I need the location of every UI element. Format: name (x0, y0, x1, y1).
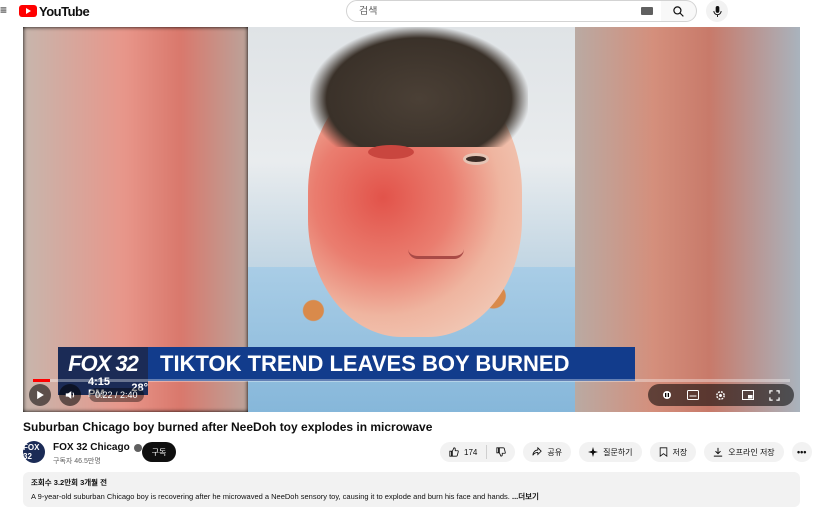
share-icon (532, 447, 543, 456)
search-box[interactable] (346, 0, 662, 22)
show-more-link[interactable]: ...더보기 (512, 492, 539, 501)
banner-headline: TIKTOK TREND LEAVES BOY BURNED (148, 347, 635, 381)
top-bar: ≡ YouTube (0, 0, 819, 24)
volume-button[interactable] (59, 384, 81, 406)
miniplayer-icon[interactable] (741, 390, 754, 400)
mic-icon (712, 5, 722, 17)
youtube-logo[interactable]: YouTube (19, 3, 90, 19)
more-actions-button[interactable]: ••• (791, 442, 812, 462)
sparkle-icon (588, 447, 599, 457)
play-icon (36, 390, 44, 400)
channel-name[interactable]: FOX 32 Chicago (53, 442, 130, 453)
channel-name-row[interactable]: FOX 32 Chicago (53, 442, 142, 453)
eye (463, 153, 489, 165)
fullscreen-icon[interactable] (769, 389, 780, 401)
video-title: Suburban Chicago boy burned after NeeDoh… (23, 420, 433, 434)
save-label: 저장 (672, 447, 688, 457)
like-button[interactable]: 174 (440, 442, 486, 462)
player-right-controls (648, 384, 794, 406)
subscriber-count: 구독자 46.5만명 (53, 458, 101, 465)
description-text-row: A 9-year-old suburban Chicago boy is rec… (31, 491, 792, 502)
save-button[interactable]: 저장 (649, 442, 697, 462)
pause-icon[interactable] (662, 390, 672, 400)
search-icon (673, 5, 684, 17)
bookmark-icon (659, 447, 667, 457)
voice-search-button[interactable] (706, 0, 728, 22)
ask-label: 질문하기 (603, 447, 633, 457)
like-count: 174 (464, 447, 478, 457)
progress-bar[interactable] (33, 379, 790, 382)
thumbs-up-icon (449, 447, 459, 457)
news-banner: FOX 32 TIKTOK TREND LEAVES BOY BURNED (58, 347, 635, 381)
settings-icon[interactable] (715, 390, 726, 401)
like-dislike-group: 174 (440, 442, 516, 462)
offline-save-label: 오프라인 저장 (728, 447, 775, 457)
mouth (408, 249, 464, 259)
keyboard-icon[interactable] (641, 7, 653, 15)
share-button[interactable]: 공유 (523, 442, 572, 462)
offline-save-button[interactable]: 오프라인 저장 (704, 442, 784, 462)
play-button[interactable] (29, 384, 51, 406)
logo-text: YouTube (39, 3, 90, 19)
share-label: 공유 (547, 447, 563, 457)
download-icon (714, 447, 723, 457)
description-box[interactable]: 조회수 3.2만회 3개월 전 A 9-year-old suburban Ch… (23, 472, 800, 507)
player-controls: 0:22 / 2:40 (23, 384, 800, 412)
swollen-eye (368, 145, 414, 159)
video-player[interactable]: FOX 32 TIKTOK TREND LEAVES BOY BURNED 4:… (23, 27, 800, 412)
hair (310, 27, 528, 147)
verified-icon (133, 443, 142, 452)
subscribe-button[interactable]: 구독 (142, 442, 176, 462)
description-text: A 9-year-old suburban Chicago boy is rec… (31, 492, 512, 501)
search-button[interactable] (661, 0, 697, 22)
time-display: 0:22 / 2:40 (89, 388, 144, 402)
action-bar: 174 공유 질문하기 저장 오프라인 저장 ••• (440, 442, 812, 462)
menu-icon[interactable]: ≡ (0, 3, 8, 17)
search-input[interactable] (347, 5, 627, 17)
channel-avatar[interactable]: FOX 32 (23, 441, 45, 463)
progress-fill (33, 379, 51, 382)
volume-icon (65, 391, 74, 399)
thumbs-down-icon (496, 447, 507, 457)
youtube-play-icon (19, 5, 37, 17)
subtitles-icon[interactable] (687, 390, 700, 400)
dislike-button[interactable] (487, 442, 515, 462)
ask-button[interactable]: 질문하기 (579, 442, 642, 462)
view-count-date: 조회수 3.2만회 3개월 전 (31, 478, 108, 487)
